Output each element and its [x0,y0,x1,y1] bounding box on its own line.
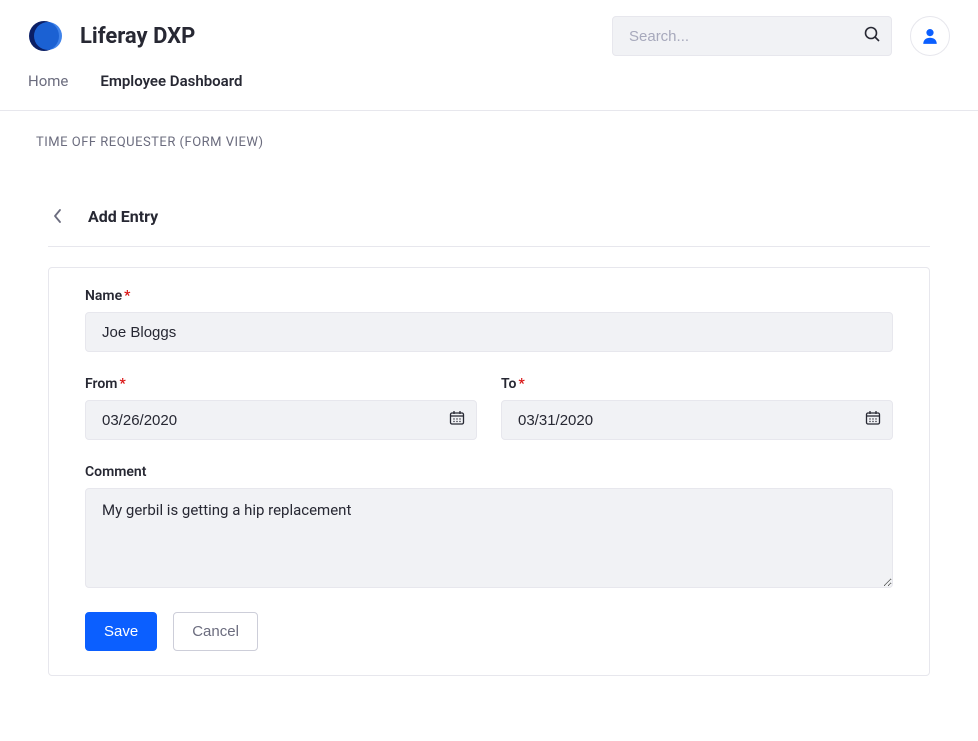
comment-textarea[interactable] [85,488,893,588]
form-header: Add Entry [48,174,930,247]
back-button[interactable] [48,204,68,228]
required-mark: * [124,288,130,304]
from-group: From* [85,376,477,440]
form-card: Name* From* [48,267,930,676]
search-input[interactable] [612,16,892,56]
page-title: TIME OFF REQUESTER (FORM VIEW) [0,111,978,174]
name-label: Name* [85,288,893,304]
to-date-input[interactable] [501,400,893,440]
chevron-left-icon [52,208,64,224]
form-actions: Save Cancel [85,612,893,651]
from-label: From* [85,376,477,392]
form-title: Add Entry [88,207,158,226]
header: Liferay DXP [0,0,978,72]
search-icon[interactable] [864,26,880,46]
nav: Home Employee Dashboard [0,72,978,111]
name-input[interactable] [85,312,893,352]
header-right [612,16,950,56]
cancel-button[interactable]: Cancel [173,612,258,651]
comment-label: Comment [85,464,893,480]
required-mark: * [119,376,125,392]
brand: Liferay DXP [28,18,195,54]
from-date-input[interactable] [85,400,477,440]
nav-home[interactable]: Home [28,72,68,90]
search-box [612,16,892,56]
logo [28,18,64,54]
content: Add Entry Name* From* [0,174,978,676]
name-group: Name* [85,288,893,352]
comment-group: Comment [85,464,893,588]
nav-employee-dashboard[interactable]: Employee Dashboard [100,72,242,90]
required-mark: * [518,376,524,392]
user-icon [921,27,939,45]
to-label: To* [501,376,893,392]
to-group: To* [501,376,893,440]
calendar-icon[interactable] [449,410,465,430]
save-button[interactable]: Save [85,612,157,651]
calendar-icon[interactable] [865,410,881,430]
user-avatar[interactable] [910,16,950,56]
brand-title: Liferay DXP [80,24,195,49]
